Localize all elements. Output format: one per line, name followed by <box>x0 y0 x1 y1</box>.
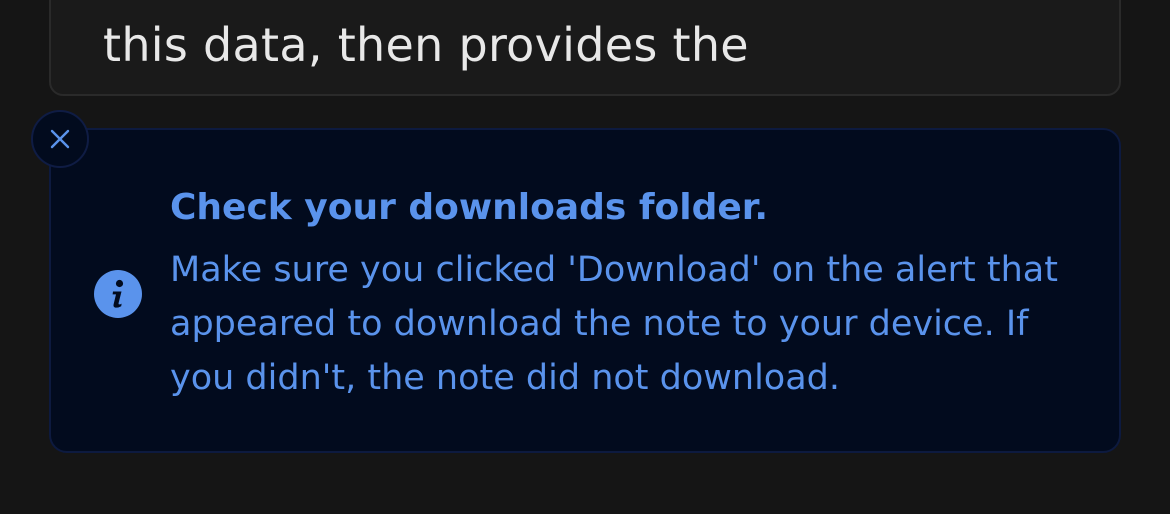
note-text-line: this data, then provides the <box>103 18 749 72</box>
toast-close-button[interactable] <box>31 110 89 168</box>
note-text-card[interactable]: this data, then provides the <box>49 0 1121 96</box>
close-icon <box>48 127 72 151</box>
info-toast: Check your downloads folder. Make sure y… <box>49 128 1121 453</box>
toast-message: Make sure you clicked 'Download' on the … <box>170 250 1058 398</box>
toast-title: Check your downloads folder. <box>170 187 769 228</box>
info-icon <box>94 270 142 318</box>
page: this data, then provides the Check your … <box>0 0 1170 514</box>
